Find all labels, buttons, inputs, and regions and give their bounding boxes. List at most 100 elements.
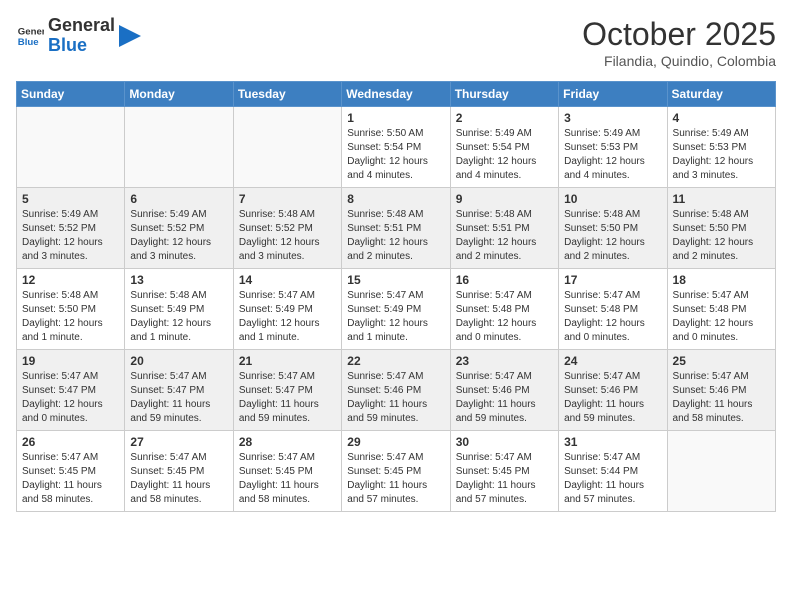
day-number: 5 bbox=[22, 192, 119, 206]
day-info: Sunrise: 5:48 AM Sunset: 5:52 PM Dayligh… bbox=[239, 208, 336, 264]
day-number: 26 bbox=[22, 435, 119, 449]
day-info: Sunrise: 5:47 AM Sunset: 5:47 PM Dayligh… bbox=[22, 370, 119, 426]
calendar-day-cell: 6Sunrise: 5:49 AM Sunset: 5:52 PM Daylig… bbox=[125, 188, 233, 269]
calendar-day-cell: 8Sunrise: 5:48 AM Sunset: 5:51 PM Daylig… bbox=[342, 188, 450, 269]
location: Filandia, Quindio, Colombia bbox=[582, 53, 776, 69]
day-info: Sunrise: 5:47 AM Sunset: 5:48 PM Dayligh… bbox=[564, 289, 661, 345]
day-number: 23 bbox=[456, 354, 553, 368]
logo-blue-text: Blue bbox=[48, 36, 115, 56]
day-number: 10 bbox=[564, 192, 661, 206]
day-info: Sunrise: 5:47 AM Sunset: 5:47 PM Dayligh… bbox=[239, 370, 336, 426]
day-number: 9 bbox=[456, 192, 553, 206]
day-info: Sunrise: 5:47 AM Sunset: 5:48 PM Dayligh… bbox=[456, 289, 553, 345]
calendar-day-cell: 11Sunrise: 5:48 AM Sunset: 5:50 PM Dayli… bbox=[667, 188, 775, 269]
day-number: 31 bbox=[564, 435, 661, 449]
calendar-day-cell: 17Sunrise: 5:47 AM Sunset: 5:48 PM Dayli… bbox=[559, 269, 667, 350]
day-info: Sunrise: 5:48 AM Sunset: 5:50 PM Dayligh… bbox=[564, 208, 661, 264]
day-info: Sunrise: 5:49 AM Sunset: 5:52 PM Dayligh… bbox=[130, 208, 227, 264]
calendar-day-cell: 25 Sunrise: 5:47 AM Sunset: 5:46 PM Dayli… bbox=[667, 350, 775, 431]
day-number: 12 bbox=[22, 273, 119, 287]
calendar-day-cell: 18Sunrise: 5:47 AM Sunset: 5:48 PM Dayli… bbox=[667, 269, 775, 350]
calendar-day-cell: 13Sunrise: 5:48 AM Sunset: 5:49 PM Dayli… bbox=[125, 269, 233, 350]
day-number: 29 bbox=[347, 435, 444, 449]
day-number: 1 bbox=[347, 111, 444, 125]
calendar-day-cell: 19 Sunrise: 5:47 AM Sunset: 5:47 PM Dayli… bbox=[17, 350, 125, 431]
calendar-week-row: 26 Sunrise: 5:47 AM Sunset: 5:45 PM Dayli… bbox=[17, 431, 776, 512]
day-info: Sunrise: 5:47 AM Sunset: 5:49 PM Dayligh… bbox=[347, 289, 444, 345]
logo: General Blue General Blue bbox=[16, 16, 141, 56]
calendar-day-cell bbox=[233, 107, 341, 188]
day-info: Sunrise: 5:47 AM Sunset: 5:46 PM Dayligh… bbox=[347, 370, 444, 426]
calendar-day-cell: 15 Sunrise: 5:47 AM Sunset: 5:49 PM Dayli… bbox=[342, 269, 450, 350]
calendar-day-cell: 27 Sunrise: 5:47 AM Sunset: 5:45 PM Dayli… bbox=[125, 431, 233, 512]
svg-text:Blue: Blue bbox=[18, 37, 39, 48]
day-info: Sunrise: 5:48 AM Sunset: 5:50 PM Dayligh… bbox=[673, 208, 770, 264]
weekday-header-monday: Monday bbox=[125, 82, 233, 107]
day-number: 2 bbox=[456, 111, 553, 125]
calendar-day-cell: 3 Sunrise: 5:49 AM Sunset: 5:53 PM Daylig… bbox=[559, 107, 667, 188]
weekday-header-sunday: Sunday bbox=[17, 82, 125, 107]
logo-icon: General Blue bbox=[16, 22, 44, 50]
day-info: Sunrise: 5:50 AM Sunset: 5:54 PM Dayligh… bbox=[347, 127, 444, 183]
day-number: 21 bbox=[239, 354, 336, 368]
day-info: Sunrise: 5:47 AM Sunset: 5:45 PM Dayligh… bbox=[239, 451, 336, 507]
calendar-week-row: 1 Sunrise: 5:50 AM Sunset: 5:54 PM Daylig… bbox=[17, 107, 776, 188]
day-number: 16 bbox=[456, 273, 553, 287]
day-info: Sunrise: 5:48 AM Sunset: 5:51 PM Dayligh… bbox=[456, 208, 553, 264]
title-block: October 2025 Filandia, Quindio, Colombia bbox=[582, 16, 776, 69]
day-number: 13 bbox=[130, 273, 227, 287]
calendar-header-row: SundayMondayTuesdayWednesdayThursdayFrid… bbox=[17, 82, 776, 107]
calendar-day-cell: 21 Sunrise: 5:47 AM Sunset: 5:47 PM Dayli… bbox=[233, 350, 341, 431]
calendar-day-cell: 31 Sunrise: 5:47 AM Sunset: 5:44 PM Dayli… bbox=[559, 431, 667, 512]
day-info: Sunrise: 5:48 AM Sunset: 5:50 PM Dayligh… bbox=[22, 289, 119, 345]
calendar-day-cell: 28 Sunrise: 5:47 AM Sunset: 5:45 PM Dayli… bbox=[233, 431, 341, 512]
day-number: 30 bbox=[456, 435, 553, 449]
day-number: 19 bbox=[22, 354, 119, 368]
calendar-day-cell: 26 Sunrise: 5:47 AM Sunset: 5:45 PM Dayli… bbox=[17, 431, 125, 512]
calendar-day-cell: 5 Sunrise: 5:49 AM Sunset: 5:52 PM Daylig… bbox=[17, 188, 125, 269]
calendar-day-cell: 9 Sunrise: 5:48 AM Sunset: 5:51 PM Daylig… bbox=[450, 188, 558, 269]
day-number: 3 bbox=[564, 111, 661, 125]
day-info: Sunrise: 5:47 AM Sunset: 5:45 PM Dayligh… bbox=[347, 451, 444, 507]
day-number: 28 bbox=[239, 435, 336, 449]
weekday-header-friday: Friday bbox=[559, 82, 667, 107]
logo-general-text: General bbox=[48, 16, 115, 36]
weekday-header-saturday: Saturday bbox=[667, 82, 775, 107]
day-info: Sunrise: 5:47 AM Sunset: 5:45 PM Dayligh… bbox=[22, 451, 119, 507]
day-info: Sunrise: 5:47 AM Sunset: 5:46 PM Dayligh… bbox=[456, 370, 553, 426]
day-info: Sunrise: 5:47 AM Sunset: 5:45 PM Dayligh… bbox=[456, 451, 553, 507]
day-info: Sunrise: 5:47 AM Sunset: 5:46 PM Dayligh… bbox=[673, 370, 770, 426]
calendar-day-cell: 1 Sunrise: 5:50 AM Sunset: 5:54 PM Daylig… bbox=[342, 107, 450, 188]
calendar-day-cell: 12 Sunrise: 5:48 AM Sunset: 5:50 PM Dayli… bbox=[17, 269, 125, 350]
page-header: General Blue General Blue October 2025 F… bbox=[16, 16, 776, 69]
day-number: 22 bbox=[347, 354, 444, 368]
day-number: 25 bbox=[673, 354, 770, 368]
weekday-header-tuesday: Tuesday bbox=[233, 82, 341, 107]
svg-text:General: General bbox=[18, 26, 44, 37]
day-info: Sunrise: 5:47 AM Sunset: 5:48 PM Dayligh… bbox=[673, 289, 770, 345]
day-number: 24 bbox=[564, 354, 661, 368]
day-info: Sunrise: 5:47 AM Sunset: 5:46 PM Dayligh… bbox=[564, 370, 661, 426]
calendar-table: SundayMondayTuesdayWednesdayThursdayFrid… bbox=[16, 81, 776, 512]
day-info: Sunrise: 5:47 AM Sunset: 5:45 PM Dayligh… bbox=[130, 451, 227, 507]
calendar-day-cell: 22 Sunrise: 5:47 AM Sunset: 5:46 PM Dayli… bbox=[342, 350, 450, 431]
day-number: 20 bbox=[130, 354, 227, 368]
calendar-day-cell: 24 Sunrise: 5:47 AM Sunset: 5:46 PM Dayli… bbox=[559, 350, 667, 431]
day-info: Sunrise: 5:49 AM Sunset: 5:52 PM Dayligh… bbox=[22, 208, 119, 264]
calendar-day-cell bbox=[17, 107, 125, 188]
day-number: 4 bbox=[673, 111, 770, 125]
day-info: Sunrise: 5:47 AM Sunset: 5:44 PM Dayligh… bbox=[564, 451, 661, 507]
day-info: Sunrise: 5:49 AM Sunset: 5:53 PM Dayligh… bbox=[673, 127, 770, 183]
calendar-day-cell: 30 Sunrise: 5:47 AM Sunset: 5:45 PM Dayli… bbox=[450, 431, 558, 512]
month-title: October 2025 bbox=[582, 16, 776, 53]
day-info: Sunrise: 5:47 AM Sunset: 5:47 PM Dayligh… bbox=[130, 370, 227, 426]
logo-arrow-icon bbox=[119, 25, 141, 47]
day-info: Sunrise: 5:49 AM Sunset: 5:54 PM Dayligh… bbox=[456, 127, 553, 183]
day-number: 15 bbox=[347, 273, 444, 287]
calendar-week-row: 5 Sunrise: 5:49 AM Sunset: 5:52 PM Daylig… bbox=[17, 188, 776, 269]
day-info: Sunrise: 5:49 AM Sunset: 5:53 PM Dayligh… bbox=[564, 127, 661, 183]
calendar-week-row: 19 Sunrise: 5:47 AM Sunset: 5:47 PM Dayli… bbox=[17, 350, 776, 431]
calendar-day-cell: 14Sunrise: 5:47 AM Sunset: 5:49 PM Dayli… bbox=[233, 269, 341, 350]
day-info: Sunrise: 5:47 AM Sunset: 5:49 PM Dayligh… bbox=[239, 289, 336, 345]
day-number: 27 bbox=[130, 435, 227, 449]
